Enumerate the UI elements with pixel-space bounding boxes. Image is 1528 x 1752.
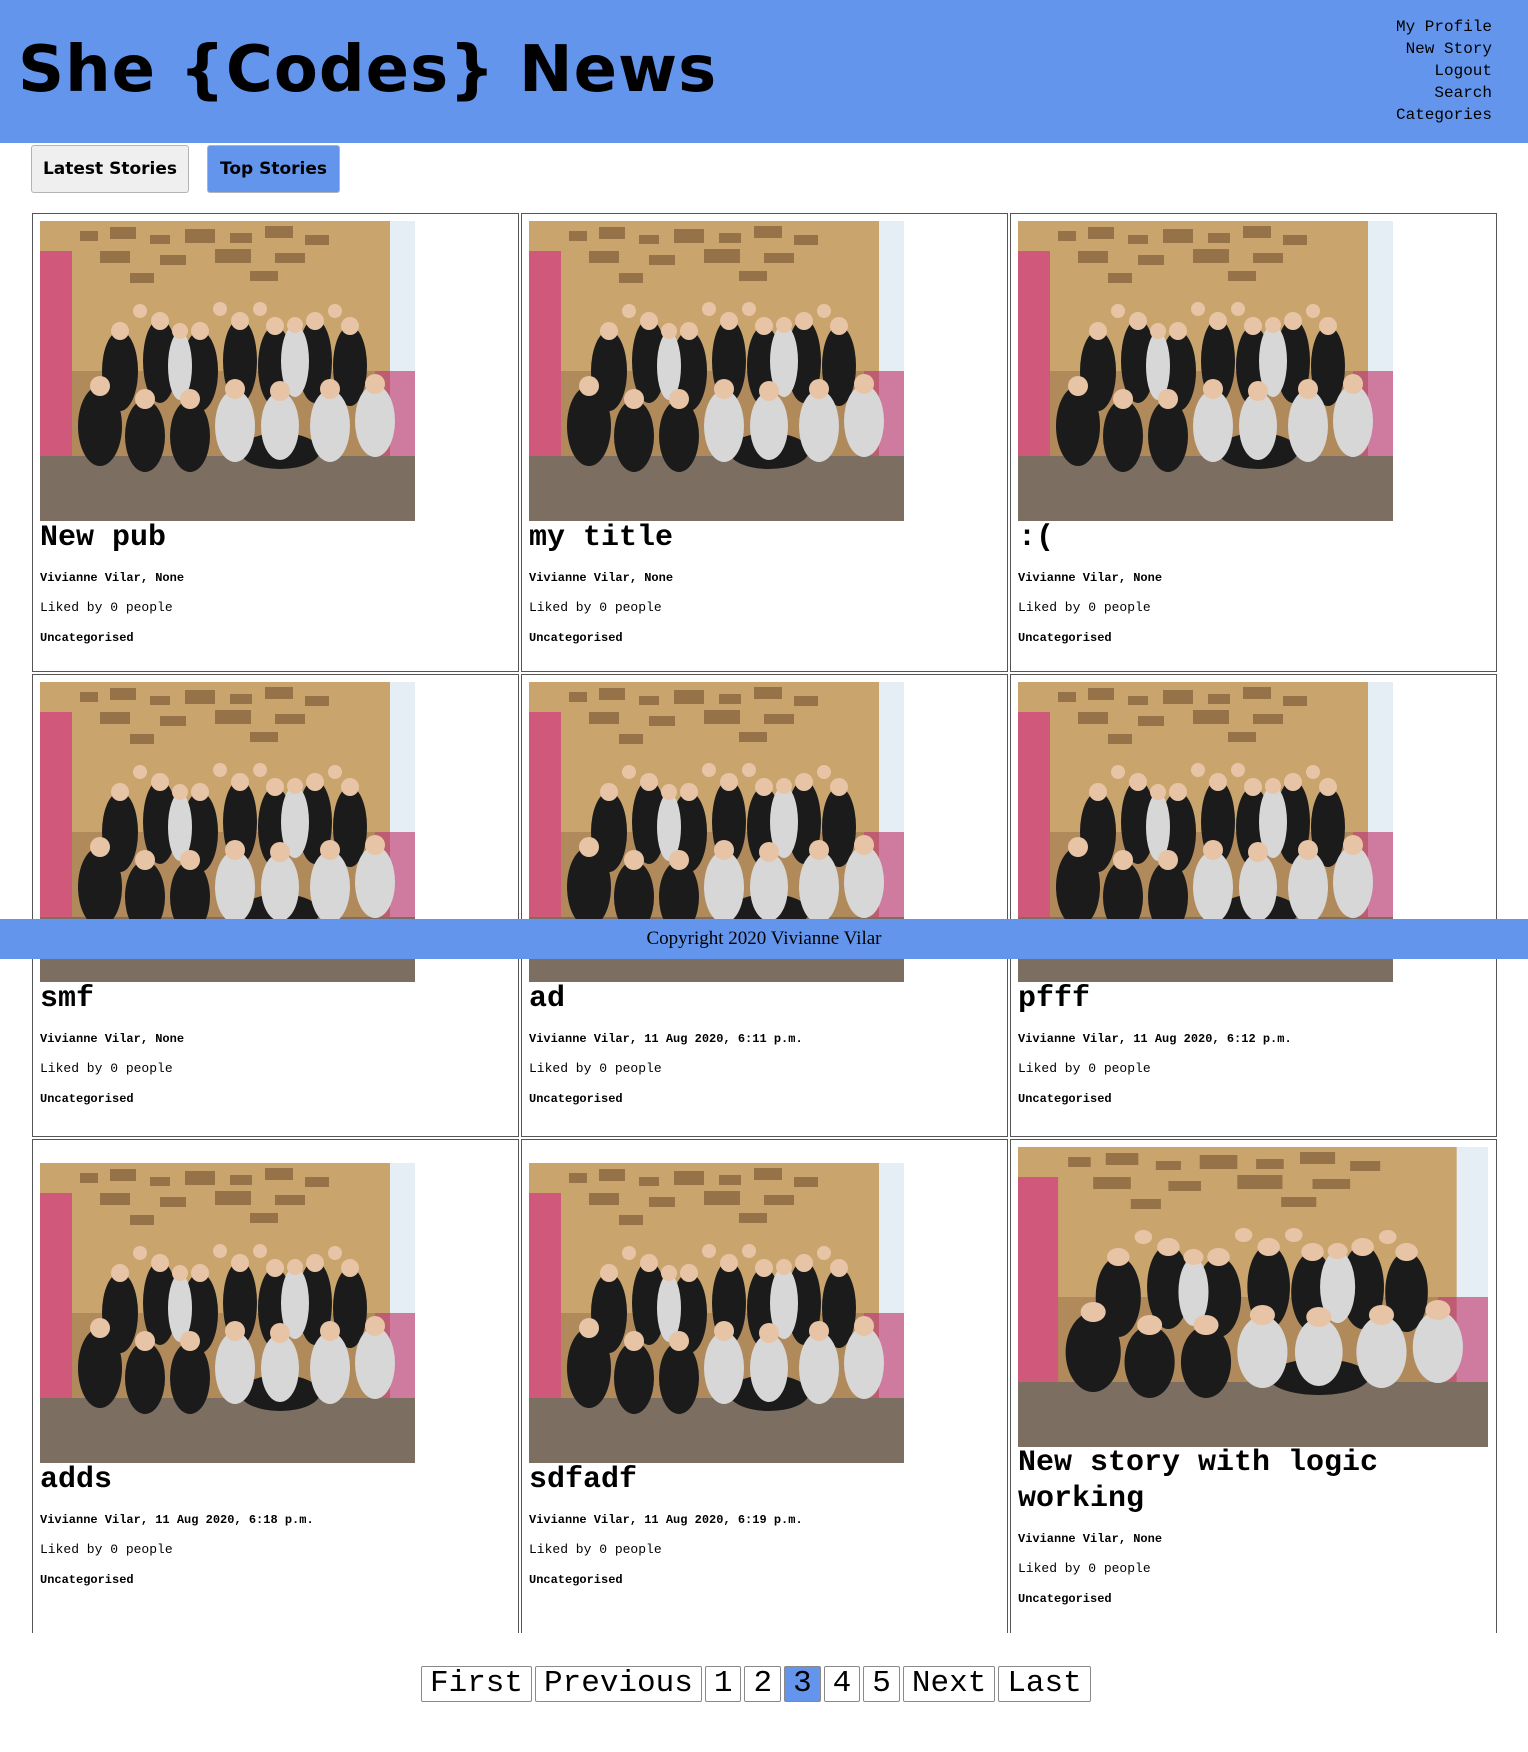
nav-categories[interactable]: Categories — [1396, 104, 1492, 126]
story-author: Vivianne Vilar, 11 Aug 2020, 6:18 p.m. — [40, 1513, 314, 1527]
story-card[interactable]: sdfadf Vivianne Vilar, 11 Aug 2020, 6:19… — [521, 1139, 1008, 1633]
story-image[interactable] — [40, 221, 415, 521]
story-card[interactable]: New story with logic working Vivianne Vi… — [1010, 1139, 1497, 1633]
story-category[interactable]: Uncategorised — [1018, 1591, 1486, 1607]
story-image[interactable] — [1018, 221, 1393, 521]
story-likes: Liked by 0 people — [529, 1542, 662, 1557]
story-title[interactable]: pfff — [1018, 981, 1486, 1017]
page-4-button[interactable]: 4 — [823, 1666, 861, 1702]
story-likes: Liked by 0 people — [1018, 1061, 1151, 1076]
site-footer: Copyright 2020 Vivianne Vilar — [0, 919, 1528, 959]
nav-search[interactable]: Search — [1396, 82, 1492, 104]
story-category[interactable]: Uncategorised — [529, 1091, 997, 1107]
story-card[interactable]: adds Vivianne Vilar, 11 Aug 2020, 6:18 p… — [32, 1139, 519, 1633]
story-title[interactable]: :( — [1018, 520, 1486, 556]
story-image[interactable] — [40, 1163, 415, 1463]
story-author: Vivianne Vilar, None — [40, 1032, 185, 1046]
nav-my-profile[interactable]: My Profile — [1396, 16, 1492, 38]
story-title[interactable]: New story with logic working — [1018, 1445, 1486, 1517]
story-title[interactable]: smf — [40, 981, 508, 1017]
story-category[interactable]: Uncategorised — [1018, 630, 1486, 646]
story-image[interactable] — [529, 221, 904, 521]
site-title[interactable]: She {Codes} News — [18, 26, 717, 114]
site-header: She {Codes} News My Profile New Story Lo… — [0, 0, 1528, 143]
copyright-text: Copyright 2020 Vivianne Vilar — [646, 928, 882, 949]
top-nav: My Profile New Story Logout Search Categ… — [1396, 16, 1492, 126]
story-likes: Liked by 0 people — [40, 1542, 173, 1557]
story-title[interactable]: sdfadf — [529, 1462, 997, 1498]
story-likes: Liked by 0 people — [1018, 600, 1151, 615]
page-1-button[interactable]: 1 — [704, 1666, 742, 1702]
page-3-button[interactable]: 3 — [784, 1666, 821, 1702]
story-title[interactable]: my title — [529, 520, 997, 556]
page-first-button[interactable]: First — [421, 1666, 533, 1702]
story-author: Vivianne Vilar, None — [529, 571, 674, 585]
story-author: Vivianne Vilar, None — [1018, 1532, 1163, 1546]
story-category[interactable]: Uncategorised — [529, 1572, 997, 1588]
story-likes: Liked by 0 people — [40, 600, 173, 615]
story-category[interactable]: Uncategorised — [40, 1572, 508, 1588]
story-likes: Liked by 0 people — [529, 600, 662, 615]
story-card[interactable]: New pub Vivianne Vilar, None Liked by 0 … — [32, 213, 519, 672]
page-last-button[interactable]: Last — [998, 1666, 1091, 1702]
page-previous-button[interactable]: Previous — [535, 1666, 702, 1702]
story-author: Vivianne Vilar, 11 Aug 2020, 6:12 p.m. — [1018, 1032, 1292, 1046]
latest-stories-button[interactable]: Latest Stories — [31, 145, 189, 193]
story-category[interactable]: Uncategorised — [40, 1091, 508, 1107]
story-card[interactable]: :( Vivianne Vilar, None Liked by 0 peopl… — [1010, 213, 1497, 672]
pagination: First Previous 1 2 3 4 5 Next Last — [421, 1666, 1091, 1702]
story-card[interactable]: my title Vivianne Vilar, None Liked by 0… — [521, 213, 1008, 672]
nav-logout[interactable]: Logout — [1396, 60, 1492, 82]
story-likes: Liked by 0 people — [529, 1061, 662, 1076]
page-2-button[interactable]: 2 — [744, 1666, 782, 1702]
story-image[interactable] — [1018, 1147, 1488, 1447]
story-card[interactable]: smf Vivianne Vilar, None Liked by 0 peop… — [32, 674, 519, 1137]
story-card[interactable]: ad Vivianne Vilar, 11 Aug 2020, 6:11 p.m… — [521, 674, 1008, 1137]
story-likes: Liked by 0 people — [1018, 1561, 1151, 1576]
story-category[interactable]: Uncategorised — [529, 630, 997, 646]
story-image[interactable] — [529, 1163, 904, 1463]
story-author: Vivianne Vilar, None — [1018, 571, 1163, 585]
story-title[interactable]: adds — [40, 1462, 508, 1498]
story-category[interactable]: Uncategorised — [1018, 1091, 1486, 1107]
top-stories-button[interactable]: Top Stories — [207, 145, 340, 193]
page-next-button[interactable]: Next — [902, 1666, 996, 1702]
story-likes: Liked by 0 people — [40, 1061, 173, 1076]
story-title[interactable]: New pub — [40, 520, 508, 556]
story-card[interactable]: pfff Vivianne Vilar, 11 Aug 2020, 6:12 p… — [1010, 674, 1497, 1137]
story-title[interactable]: ad — [529, 981, 997, 1017]
story-author: Vivianne Vilar, 11 Aug 2020, 6:19 p.m. — [529, 1513, 803, 1527]
story-author: Vivianne Vilar, None — [40, 571, 185, 585]
story-category[interactable]: Uncategorised — [40, 630, 508, 646]
page-5-button[interactable]: 5 — [863, 1666, 900, 1702]
nav-new-story[interactable]: New Story — [1396, 38, 1492, 60]
story-author: Vivianne Vilar, 11 Aug 2020, 6:11 p.m. — [529, 1032, 803, 1046]
